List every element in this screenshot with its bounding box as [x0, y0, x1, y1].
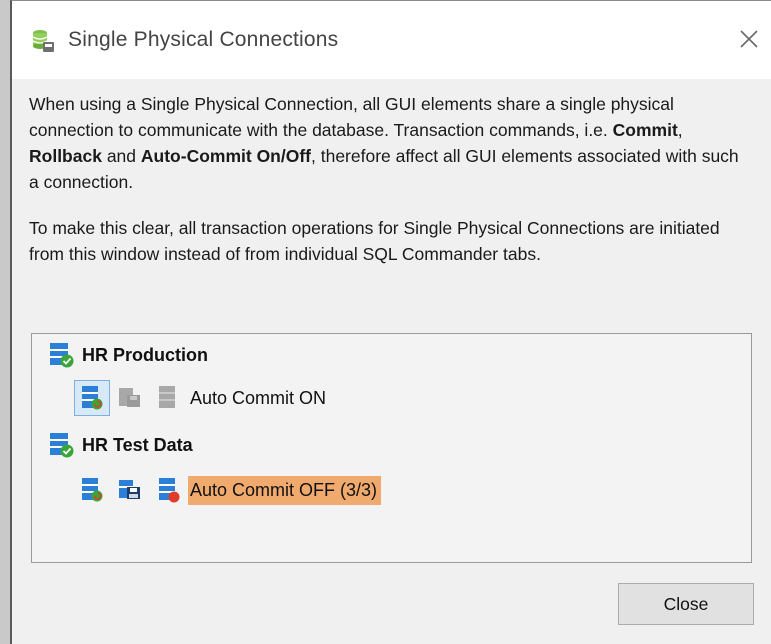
- connections-panel: HR Production Auto Commit ON HR Test Dat…: [31, 333, 752, 563]
- connection-name: HR Production: [82, 344, 208, 365]
- separator-text: and: [101, 146, 141, 166]
- connection-header[interactable]: HR Test Data: [48, 430, 751, 460]
- window-title: Single Physical Connections: [68, 28, 339, 51]
- toggle-auto-commit-button[interactable]: [74, 472, 110, 508]
- toggle-auto-commit-icon: [82, 478, 103, 502]
- description-paragraph-2: To make this clear, all transaction oper…: [29, 218, 720, 264]
- toggle-auto-commit-button[interactable]: [74, 380, 110, 416]
- title-bar: Single Physical Connections: [12, 1, 771, 79]
- connection-group: HR Production Auto Commit ON: [32, 340, 751, 416]
- rollback-button[interactable]: [150, 380, 186, 416]
- close-icon[interactable]: [733, 23, 765, 55]
- close-button[interactable]: Close: [618, 583, 754, 625]
- commit-icon: [119, 480, 140, 499]
- toggle-auto-commit-icon: [82, 386, 103, 410]
- database-connected-icon: [50, 343, 74, 368]
- connection-controls: Auto Commit ON: [74, 380, 751, 416]
- auto-commit-keyword: Auto-Commit On/Off: [140, 146, 311, 166]
- commit-button[interactable]: [112, 472, 148, 508]
- commit-button[interactable]: [112, 380, 148, 416]
- connection-name: HR Test Data: [82, 434, 193, 455]
- separator-text: ,: [677, 120, 683, 140]
- commit-keyword: Commit: [612, 120, 678, 140]
- description: When using a Single Physical Connection,…: [29, 91, 749, 287]
- connection-controls: Auto Commit OFF (3/3): [74, 472, 751, 508]
- database-connections-icon: [32, 30, 54, 52]
- rollback-keyword: Rollback: [29, 146, 102, 166]
- rollback-button[interactable]: [150, 472, 186, 508]
- single-physical-connections-dialog: Single Physical Connections When using a…: [10, 0, 771, 644]
- auto-commit-status: Auto Commit ON: [190, 387, 327, 408]
- connection-group: HR Test Data Auto Commit OFF (3/3): [32, 430, 751, 508]
- commit-icon: [119, 388, 140, 407]
- connection-header[interactable]: HR Production: [48, 340, 751, 370]
- description-paragraph-1: When using a Single Physical Connection,…: [29, 91, 749, 195]
- auto-commit-status: Auto Commit OFF (3/3): [188, 475, 382, 505]
- rollback-icon: [159, 478, 180, 503]
- description-text: When using a Single Physical Connection,…: [29, 94, 674, 140]
- rollback-icon: [159, 386, 175, 408]
- database-connected-icon: [50, 433, 74, 458]
